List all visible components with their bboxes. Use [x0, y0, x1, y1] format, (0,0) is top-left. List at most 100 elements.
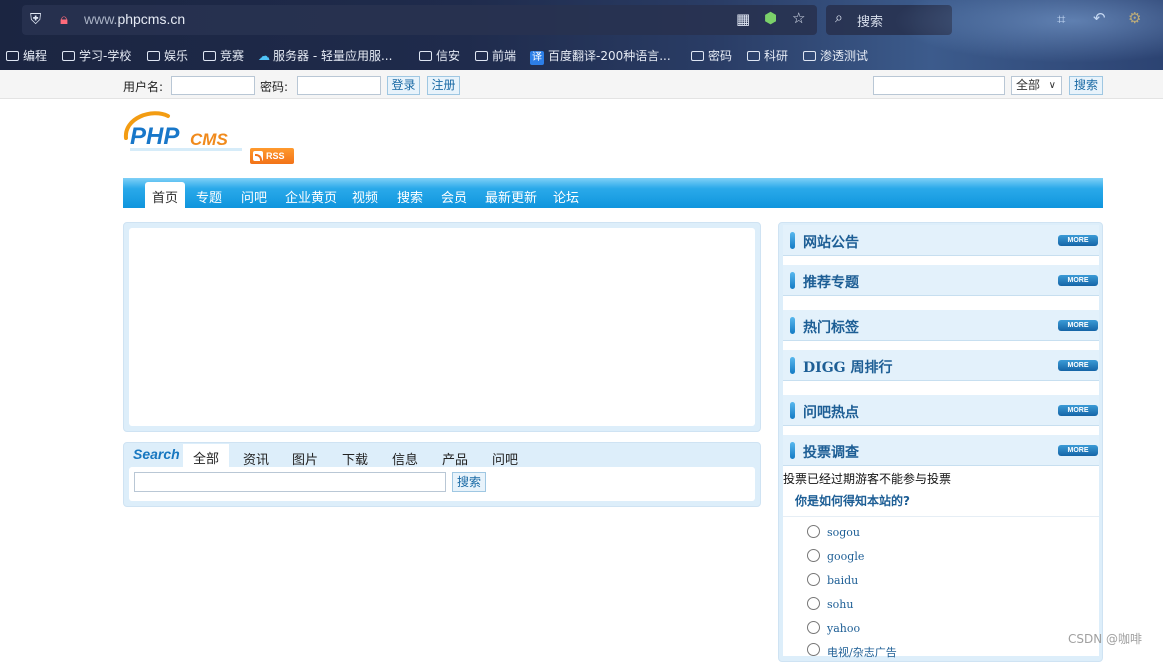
crop-icon[interactable]: ⌗	[1057, 12, 1065, 27]
more-button[interactable]: MORE	[1058, 360, 1098, 371]
nodejs-icon[interactable]: ⬢	[764, 11, 777, 26]
bookmark-label: 服务器 - 轻量应用服...	[273, 49, 393, 63]
site-search-input[interactable]	[873, 76, 1005, 95]
sidebar-section-body	[783, 426, 1099, 435]
folder-icon	[203, 51, 216, 61]
login-bar: 用户名: 密码: 登录 注册 全部 ∨ 搜索	[0, 70, 1163, 99]
lock-icon[interactable]: 🔒︎	[60, 12, 68, 27]
undo-icon[interactable]: ↶	[1093, 11, 1106, 26]
section-title: 问吧热点	[803, 405, 859, 421]
username-input[interactable]	[171, 76, 255, 95]
site-logo[interactable]: PHP CMS	[122, 108, 247, 156]
nav-item-yellowpages[interactable]: 企业黄页	[285, 187, 337, 206]
nav-item-latest[interactable]: 最新更新	[485, 187, 537, 206]
search-title: Search	[133, 446, 180, 462]
vote-option-label: google	[827, 550, 865, 563]
bookmark-folder[interactable]: 渗透测试	[803, 47, 868, 64]
search-icon: ⌕	[835, 10, 843, 26]
bookmark-folder[interactable]: 信安	[419, 47, 460, 64]
translate-icon: 译	[530, 51, 544, 65]
vote-radio[interactable]	[807, 621, 820, 634]
nav-item-topics[interactable]: 专题	[196, 187, 222, 206]
search-tab-all[interactable]: 全部	[183, 444, 230, 467]
nav-item-forum[interactable]: 论坛	[553, 187, 579, 206]
search-tab-products[interactable]: 产品	[442, 449, 468, 468]
logo-graphic: PHP CMS	[123, 111, 242, 151]
register-button[interactable]: 注册	[427, 76, 460, 95]
bookmark-folder[interactable]: 娱乐	[147, 47, 188, 64]
extension-icon[interactable]: ⚙	[1128, 11, 1141, 26]
password-input[interactable]	[297, 76, 381, 95]
csdn-watermark: CSDN @咖啡	[1068, 632, 1143, 646]
search-tab-info[interactable]: 信息	[392, 449, 418, 468]
url-text[interactable]: www.phpcms.cn	[84, 11, 185, 27]
nav-item-home[interactable]: 首页	[145, 182, 186, 208]
vote-radio[interactable]	[807, 573, 820, 586]
vote-radio[interactable]	[807, 549, 820, 562]
url-host: phpcms.cn	[117, 11, 186, 27]
more-button[interactable]: MORE	[1058, 445, 1098, 456]
logo-php: PHP	[130, 123, 180, 150]
section-title: 网站公告	[803, 235, 859, 251]
section-title: 热门标签	[803, 320, 859, 336]
folder-icon	[475, 51, 488, 61]
browser-search-box[interactable]	[826, 5, 952, 35]
folder-icon	[62, 51, 75, 61]
nav-item-video[interactable]: 视频	[352, 187, 378, 206]
section-marker	[790, 272, 795, 289]
vote-option-label: sohu	[827, 598, 854, 611]
browser-search-placeholder: 搜索	[857, 15, 884, 30]
site-search-button[interactable]: 搜索	[1069, 76, 1103, 95]
sidebar-section-vote: 投票调查 MORE	[783, 435, 1099, 466]
star-icon[interactable]: ☆	[792, 11, 805, 26]
more-button[interactable]: MORE	[1058, 405, 1098, 416]
bookmark-folder[interactable]: 竞赛	[203, 47, 244, 64]
more-button[interactable]: MORE	[1058, 235, 1098, 246]
search-scope-value: 全部	[1016, 78, 1041, 92]
nav-item-member[interactable]: 会员	[441, 187, 467, 206]
username-label: 用户名:	[123, 80, 164, 94]
more-button[interactable]: MORE	[1058, 275, 1098, 286]
search-tab-downloads[interactable]: 下载	[342, 449, 368, 468]
section-marker	[790, 402, 795, 419]
nav-item-search[interactable]: 搜索	[397, 187, 423, 206]
vote-radio[interactable]	[807, 525, 820, 538]
search-tab-news[interactable]: 资讯	[243, 449, 269, 468]
search-scope-select[interactable]: 全部 ∨	[1011, 76, 1062, 95]
bookmark-label: 娱乐	[164, 49, 189, 63]
bookmark-folder[interactable]: 前端	[475, 47, 516, 64]
url-prefix: www.	[84, 11, 118, 27]
vote-radio[interactable]	[807, 597, 820, 610]
bookmark-label: 百度翻译-200种语言...	[548, 49, 671, 63]
bookmark-folder[interactable]: 密码	[691, 47, 732, 64]
bookmark-folder[interactable]: 学习-学校	[62, 47, 131, 64]
section-marker	[790, 357, 795, 374]
bookmark-folder[interactable]: 编程	[6, 47, 47, 64]
cloud-icon: ☁	[258, 49, 270, 63]
bookmark-folder[interactable]: 科研	[747, 47, 788, 64]
rss-badge[interactable]: RSS	[250, 148, 294, 164]
nav-item-ask[interactable]: 问吧	[241, 187, 267, 206]
bookmark-link[interactable]: ☁ 服务器 - 轻量应用服...	[258, 47, 392, 64]
vote-radio[interactable]	[807, 643, 820, 656]
content-search-input[interactable]	[134, 472, 446, 492]
qr-code-icon[interactable]: ▦	[736, 12, 750, 27]
more-button[interactable]: MORE	[1058, 320, 1098, 331]
divider	[783, 516, 1099, 517]
vote-option-label: yahoo	[827, 622, 861, 635]
search-tab-images[interactable]: 图片	[292, 449, 318, 468]
sidebar-section-announcements: 网站公告 MORE	[783, 225, 1099, 256]
login-button[interactable]: 登录	[387, 76, 420, 95]
search-tab-ask[interactable]: 问吧	[492, 449, 518, 468]
section-marker	[790, 232, 795, 249]
bookmark-label: 科研	[764, 49, 789, 63]
bookmark-link[interactable]: 译百度翻译-200种语言...	[530, 47, 671, 65]
section-marker	[790, 317, 795, 334]
folder-icon	[147, 51, 160, 61]
folder-icon	[747, 51, 760, 61]
chevron-down-icon: ∨	[1048, 80, 1056, 91]
shield-icon[interactable]: ⛨	[30, 12, 41, 27]
content-search-button[interactable]: 搜索	[452, 472, 486, 492]
sidebar-section-ask-hot: 问吧热点 MORE	[783, 395, 1099, 426]
sidebar-section-digg-weekly: DIGG 周排行 MORE	[783, 350, 1099, 381]
